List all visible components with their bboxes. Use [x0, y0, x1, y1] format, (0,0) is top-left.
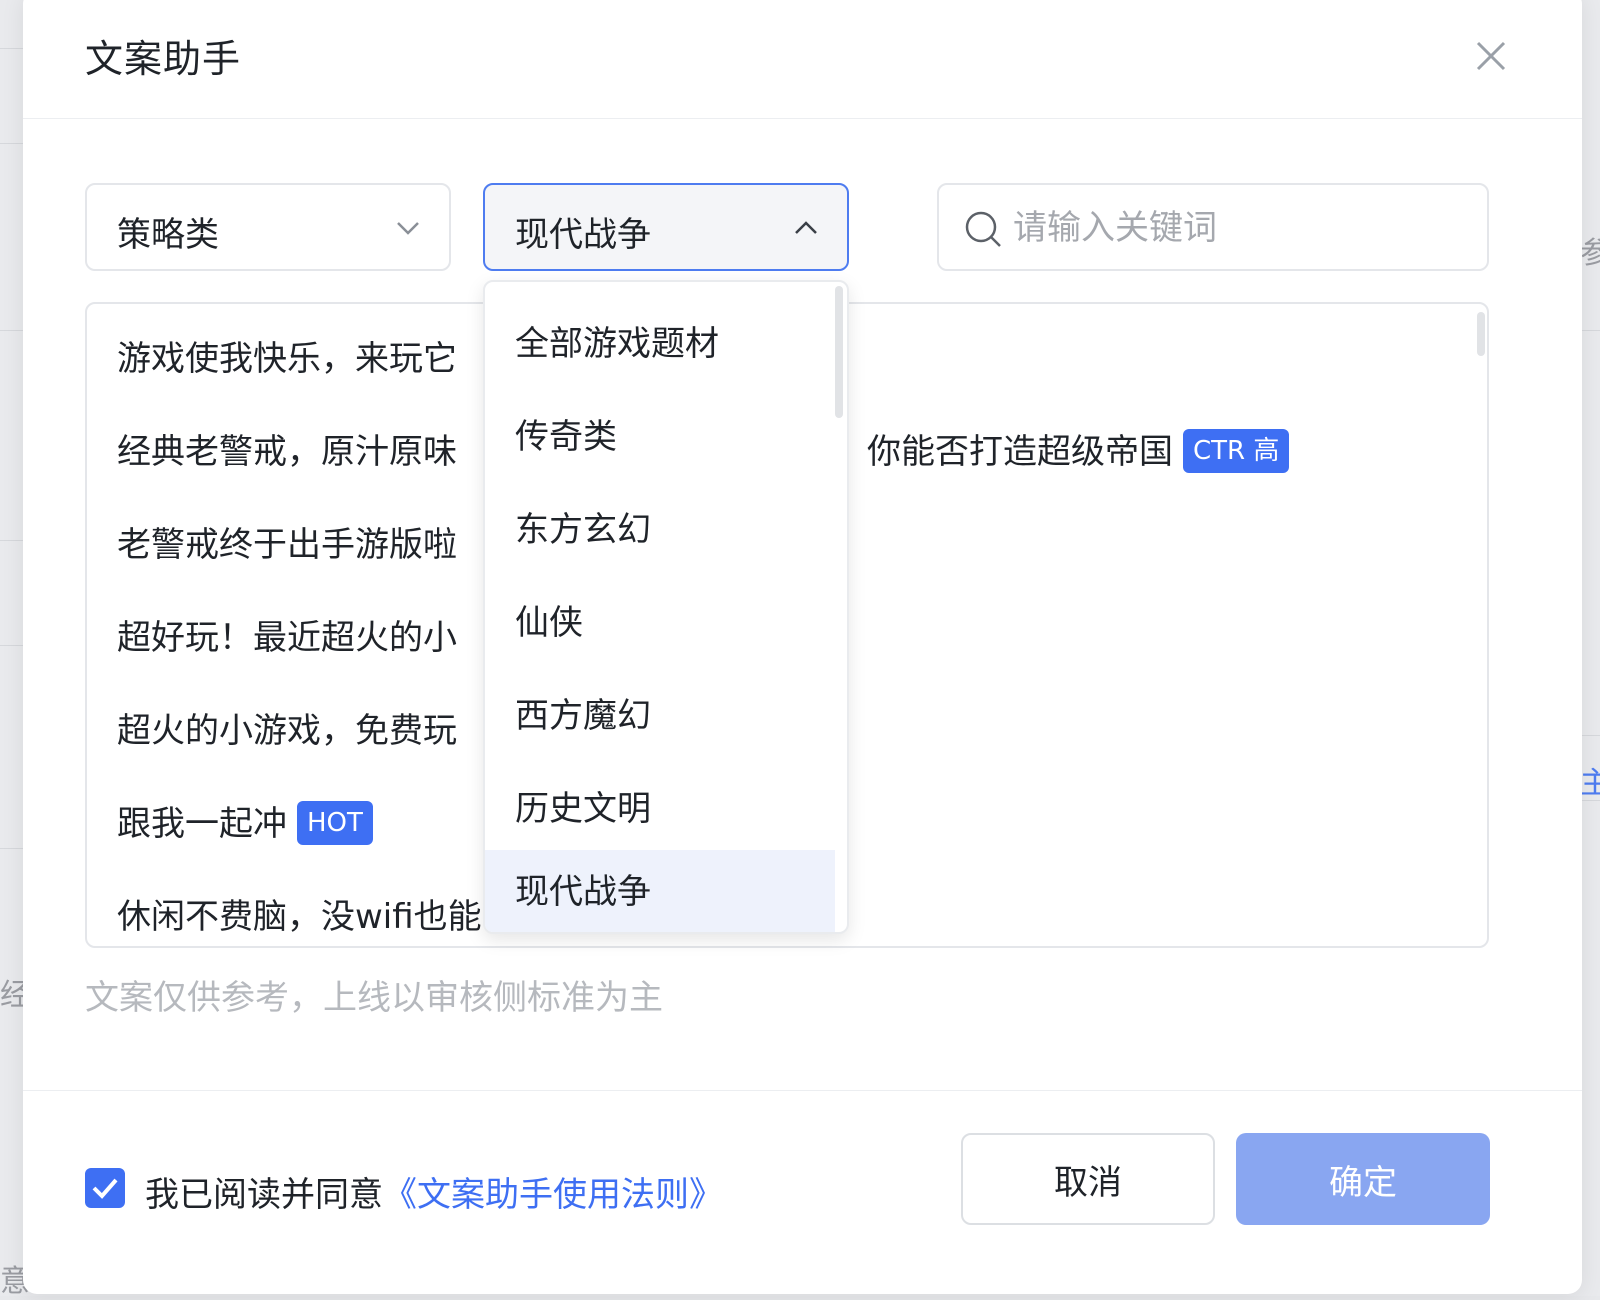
bg-text-fragment: 参: [1580, 236, 1600, 271]
list-item-text: 超好玩！最近超火的小: [117, 618, 457, 658]
category-select[interactable]: 策略类: [85, 183, 451, 271]
agree-text: 我已阅读并同意: [145, 1175, 383, 1215]
category-select-value: 策略类: [117, 215, 219, 255]
dropdown-option[interactable]: 西方魔幻: [485, 674, 835, 758]
list-item[interactable]: 超火的小游戏，免费玩: [117, 706, 457, 756]
list-item-text: 经典老警戒，原汁原味: [117, 432, 457, 472]
confirm-button[interactable]: 确定: [1236, 1133, 1490, 1225]
checkmark-icon: [92, 1178, 118, 1199]
list-item[interactable]: 跟我一起冲 HOT: [117, 799, 373, 849]
hot-badge: HOT: [297, 800, 373, 845]
theme-dropdown-menu: 全部游戏题材 传奇类 东方玄幻 仙侠 西方魔幻 历史文明 现代战争: [483, 280, 849, 934]
dropdown-option[interactable]: 东方玄幻: [485, 488, 835, 572]
list-item-tail-text: 你能否打造超级帝国: [867, 432, 1173, 472]
cancel-button[interactable]: 取消: [961, 1133, 1215, 1225]
theme-select-value: 现代战争: [515, 215, 651, 255]
chevron-up-icon: [795, 221, 817, 234]
list-item-text: 超火的小游戏，免费玩: [117, 711, 457, 751]
disclaimer-text: 文案仅供参考，上线以审核侧标准为主: [85, 978, 663, 1018]
header-divider: [23, 118, 1582, 119]
list-item[interactable]: 游戏使我快乐，来玩它: [117, 334, 457, 384]
copywriting-assistant-dialog: 文案助手 策略类 现代战争 游戏使我快乐，来玩它 经典老警戒: [23, 0, 1582, 1294]
close-icon: [1476, 41, 1506, 71]
list-item-text: 游戏使我快乐，来玩它: [117, 339, 457, 379]
dropdown-scrollbar[interactable]: [835, 286, 843, 418]
footer-divider: [23, 1090, 1582, 1091]
list-item-text: 跟我一起冲: [117, 804, 287, 844]
ctr-high-badge: CTR 高: [1183, 428, 1290, 473]
theme-select[interactable]: 现代战争: [483, 183, 849, 271]
dropdown-option[interactable]: 全部游戏题材: [485, 302, 835, 386]
dropdown-option[interactable]: 历史文明: [485, 767, 835, 851]
close-button[interactable]: [1473, 38, 1509, 74]
bg-divider: [0, 330, 24, 331]
bg-divider: [0, 645, 24, 646]
bg-divider: [0, 540, 24, 541]
dropdown-option[interactable]: 传奇类: [485, 395, 835, 479]
usage-rules-link[interactable]: 《文案助手使用法则》: [383, 1175, 723, 1215]
list-scrollbar[interactable]: [1477, 312, 1485, 356]
bg-divider: [0, 48, 24, 49]
list-item[interactable]: 老警戒终于出手游版啦: [117, 520, 457, 570]
list-item-text: 休闲不费脑，没wifi也能: [117, 897, 482, 937]
search-input[interactable]: [1011, 199, 1475, 257]
dropdown-option-selected[interactable]: 现代战争: [485, 850, 835, 932]
list-item-text: 老警戒终于出手游版啦: [117, 525, 457, 565]
chevron-down-icon: [397, 222, 419, 235]
bg-divider: [0, 143, 24, 144]
dialog-title: 文案助手: [85, 37, 242, 81]
bg-divider: [0, 848, 24, 849]
list-item-text-tail: 你能否打造超级帝国 CTR 高: [867, 427, 1290, 477]
list-item[interactable]: 休闲不费脑，没wifi也能: [117, 892, 482, 942]
dropdown-option[interactable]: 仙侠: [485, 581, 835, 665]
agree-checkbox[interactable]: [85, 1168, 125, 1208]
bg-text-fragment: 主: [1580, 766, 1600, 801]
agree-label: 我已阅读并同意《文案助手使用法则》: [145, 1167, 723, 1216]
list-item[interactable]: 超好玩！最近超火的小: [117, 613, 457, 663]
keyword-search[interactable]: [937, 183, 1489, 271]
search-icon: [965, 211, 1001, 247]
